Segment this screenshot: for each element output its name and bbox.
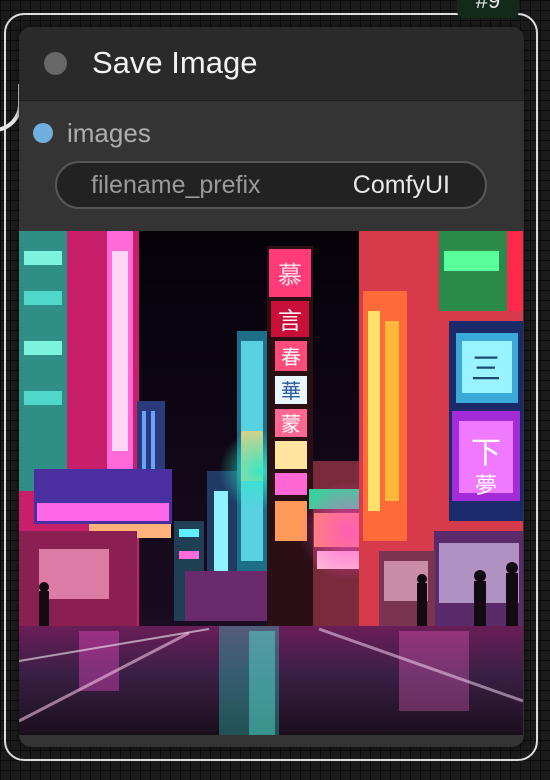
node-title: Save Image [92,45,258,80]
sign-glyph: 三 [471,352,501,387]
images-input-label: images [67,118,151,148]
node-title-bar[interactable]: Save Image [19,27,524,101]
sign-glyph: 夢 [475,474,497,499]
node-id-badge: #9 [457,0,519,18]
image-preview: 慕 言 春 華 蒙 三 下 夢 [19,231,523,735]
filename-prefix-label: filename_prefix [91,171,261,199]
save-image-node[interactable]: Save Image images filename_prefix ComfyU… [19,27,524,747]
filename-prefix-value: ComfyUI [352,171,450,199]
filename-prefix-field[interactable]: filename_prefix ComfyUI [55,161,487,209]
sign-glyph: 春 [281,345,301,369]
collapse-toggle-icon[interactable] [44,52,67,75]
sign-glyph: 慕 [278,261,302,289]
sign-glyph: 華 [281,379,301,403]
sign-glyph: 言 [278,307,302,335]
sign-glyph: 下 [471,436,501,471]
sign-glyph: 蒙 [281,412,301,436]
neon-city-street-image: 慕 言 春 華 蒙 三 下 夢 [19,231,523,735]
images-input-slot[interactable] [33,123,53,143]
